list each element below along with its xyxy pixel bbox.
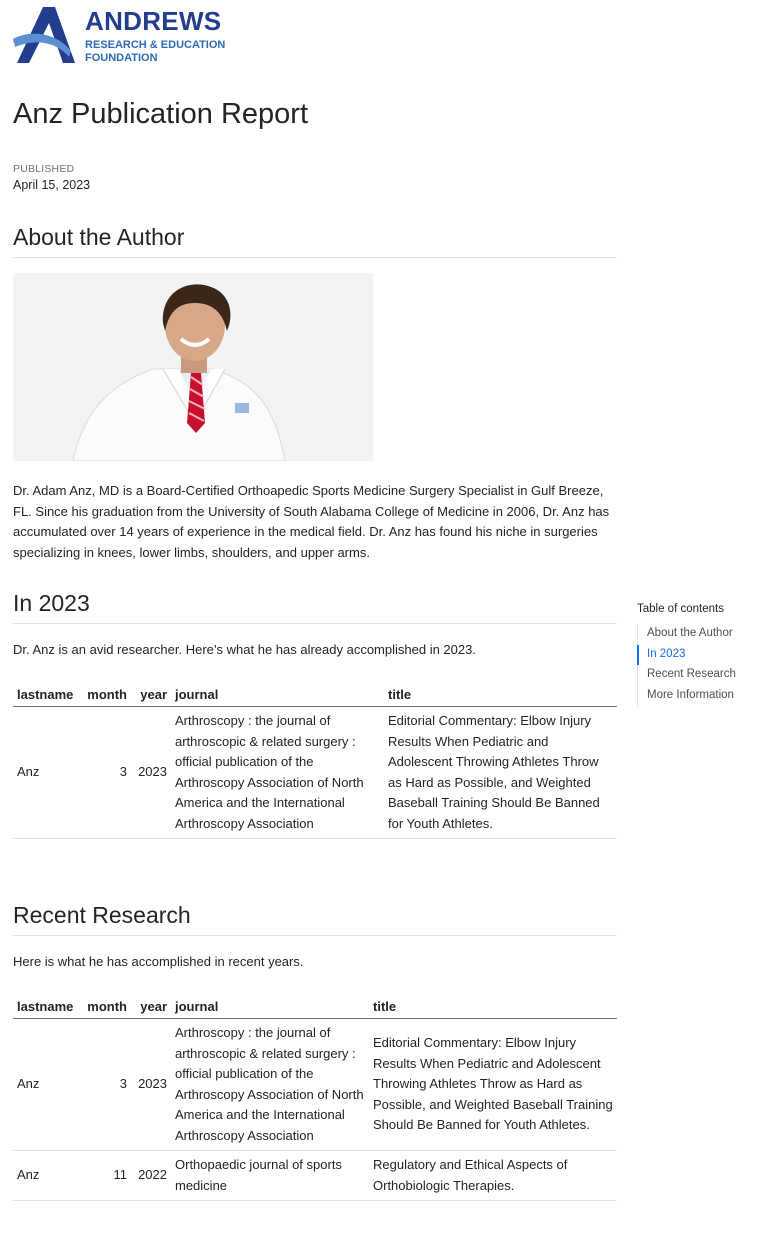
- cell-month: 3: [79, 1018, 131, 1151]
- column-header-title: title: [384, 683, 617, 707]
- published-date: April 15, 2023: [13, 178, 91, 192]
- author-bio: Dr. Adam Anz, MD is a Board-Certified Or…: [13, 483, 610, 560]
- recent-research-intro: Here is what he has accomplished in rece…: [13, 954, 304, 969]
- toc-link-more-information[interactable]: More Information: [638, 686, 762, 707]
- toc-list: About the Author In 2023 Recent Research…: [637, 624, 762, 706]
- column-header-lastname: lastname: [13, 683, 79, 707]
- toc-link-in-2023[interactable]: In 2023: [637, 644, 762, 665]
- column-header-month: month: [79, 683, 131, 707]
- cell-title: Editorial Commentary: Elbow Injury Resul…: [384, 706, 617, 839]
- cell-journal: Arthroscopy : the journal of arthroscopi…: [171, 1018, 369, 1151]
- toc-link-recent-research[interactable]: Recent Research: [638, 665, 762, 686]
- cell-month: 11: [79, 1150, 131, 1201]
- section-heading-about: About the Author: [13, 224, 617, 258]
- table-row: Anz 11 2022 Orthopaedic journal of sport…: [13, 1150, 617, 1201]
- cell-year: 2023: [131, 1018, 171, 1151]
- recent-publications-table: lastname month year journal title Anz 3 …: [13, 995, 617, 1201]
- column-header-year: year: [131, 995, 171, 1019]
- cell-lastname: Anz: [13, 1018, 79, 1151]
- table-row: Anz 3 2023 Arthroscopy : the journal of …: [13, 1018, 617, 1151]
- section-heading-in-2023: In 2023: [13, 590, 617, 624]
- cell-title: Regulatory and Ethical Aspects of Orthob…: [369, 1150, 617, 1201]
- foundation-logo[interactable]: ANDREWS RESEARCH & EDUCATION FOUNDATION: [13, 5, 233, 67]
- table-header-row: lastname month year journal title: [13, 995, 617, 1019]
- logo-mark-icon: [13, 7, 75, 63]
- in-2023-intro: Dr. Anz is an avid researcher. Here’s wh…: [13, 642, 476, 657]
- cell-journal: Orthopaedic journal of sports medicine: [171, 1150, 369, 1201]
- publications-2023-table: lastname month year journal title Anz 3 …: [13, 683, 617, 839]
- cell-year: 2022: [131, 1150, 171, 1201]
- column-header-month: month: [79, 995, 131, 1019]
- table-of-contents: Table of contents About the Author In 20…: [637, 603, 762, 706]
- section-heading-recent-research: Recent Research: [13, 902, 617, 936]
- table-header-row: lastname month year journal title: [13, 683, 617, 707]
- cell-lastname: Anz: [13, 706, 79, 839]
- logo-subtitle: RESEARCH & EDUCATION FOUNDATION: [85, 39, 226, 64]
- table-row: Anz 3 2023 Arthroscopy : the journal of …: [13, 706, 617, 839]
- cell-year: 2023: [131, 706, 171, 839]
- column-header-journal: journal: [171, 683, 384, 707]
- cell-month: 3: [79, 706, 131, 839]
- column-header-lastname: lastname: [13, 995, 79, 1019]
- published-label: PUBLISHED: [13, 163, 75, 175]
- author-photo: [13, 273, 373, 461]
- column-header-journal: journal: [171, 995, 369, 1019]
- cell-title: Editorial Commentary: Elbow Injury Resul…: [369, 1018, 617, 1151]
- column-header-year: year: [131, 683, 171, 707]
- toc-link-about-the-author[interactable]: About the Author: [638, 624, 762, 645]
- page-title: Anz Publication Report: [13, 98, 308, 130]
- logo-wordmark: ANDREWS: [85, 6, 222, 36]
- column-header-title: title: [369, 995, 617, 1019]
- toc-title: Table of contents: [637, 603, 724, 615]
- cell-lastname: Anz: [13, 1150, 79, 1201]
- cell-journal: Arthroscopy : the journal of arthroscopi…: [171, 706, 384, 839]
